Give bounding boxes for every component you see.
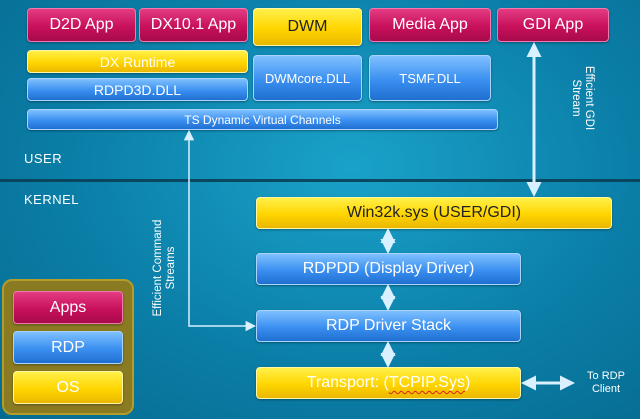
dx-runtime-box: DX Runtime [27,50,248,73]
gdi-app-label: GDI App [522,16,584,33]
rdp-driver-stack-label: RDP Driver Stack [325,317,452,334]
legend-rdp-box: RDP [13,331,123,364]
tsmf-box: TSMF.DLL [369,55,491,101]
ts-channels-box: TS Dynamic Virtual Channels [27,109,498,130]
command-streams-line-1: Efficient Command [152,219,164,317]
to-rdp-client-line-2: Client [591,383,621,395]
gdi-stream-line-1: Efficient GDI [583,65,595,131]
gdi-app-box: GDI App [497,8,609,42]
gdi-stream-line-2: Stream [570,79,582,117]
legend-os-box: OS [13,371,123,404]
channels-driver-arrow [183,129,257,332]
dwmcore-label: DWMcore.DLL [264,70,351,86]
win32k-label: Win32k.sys (USER/GDI) [346,204,522,221]
user-kernel-divider [0,179,640,182]
rdpd3d-box: RDPD3D.DLL [27,78,248,101]
command-streams-line-2: Streams [165,246,177,290]
transport-box: Transport: (TCPIP.Sys) [256,367,521,399]
transport-suffix: ) [464,374,471,391]
command-streams-annotation: Efficient Command Streams [152,208,180,328]
legend-rdp-label: RDP [51,338,85,356]
dwm-box: DWM [253,8,362,46]
tsmf-label: TSMF.DLL [399,70,461,86]
gdi-stream-annotation: Efficient GDI Stream [567,53,595,143]
to-rdp-client-label: To RDP Client [576,370,636,396]
transport-name: TCPIP.Sys [388,374,465,391]
d2d-app-label: D2D App [49,16,114,33]
d2d-app-box: D2D App [27,8,136,42]
rdp-driver-stack-box: RDP Driver Stack [256,310,521,342]
rdpd3d-label: RDPD3D.DLL [93,81,182,98]
user-section-label: USER [24,151,63,166]
rdpdd-label: RDPDD (Display Driver) [302,260,475,277]
legend-apps-box: Apps [13,291,123,324]
win32k-box: Win32k.sys (USER/GDI) [256,197,612,229]
legend-os-label: OS [56,378,80,396]
to-rdp-client-line-1: To RDP [587,370,625,382]
dx101-app-label: DX10.1 App [150,16,237,33]
media-app-label: Media App [392,16,468,33]
ts-channels-label: TS Dynamic Virtual Channels [184,112,341,127]
dwm-label: DWM [287,18,328,35]
legend-apps-label: Apps [49,298,87,316]
media-app-box: Media App [369,8,491,42]
dx101-app-box: DX10.1 App [139,8,248,42]
rdpdd-box: RDPDD (Display Driver) [256,253,521,285]
transport-label: Transport: (TCPIP.Sys) [307,374,471,392]
dwmcore-box: DWMcore.DLL [253,55,362,101]
kernel-section-label: KERNEL [24,192,80,207]
legend-panel: Apps RDP OS [2,279,134,415]
dx-runtime-label: DX Runtime [99,53,176,70]
transport-prefix: Transport: ( [306,374,389,391]
